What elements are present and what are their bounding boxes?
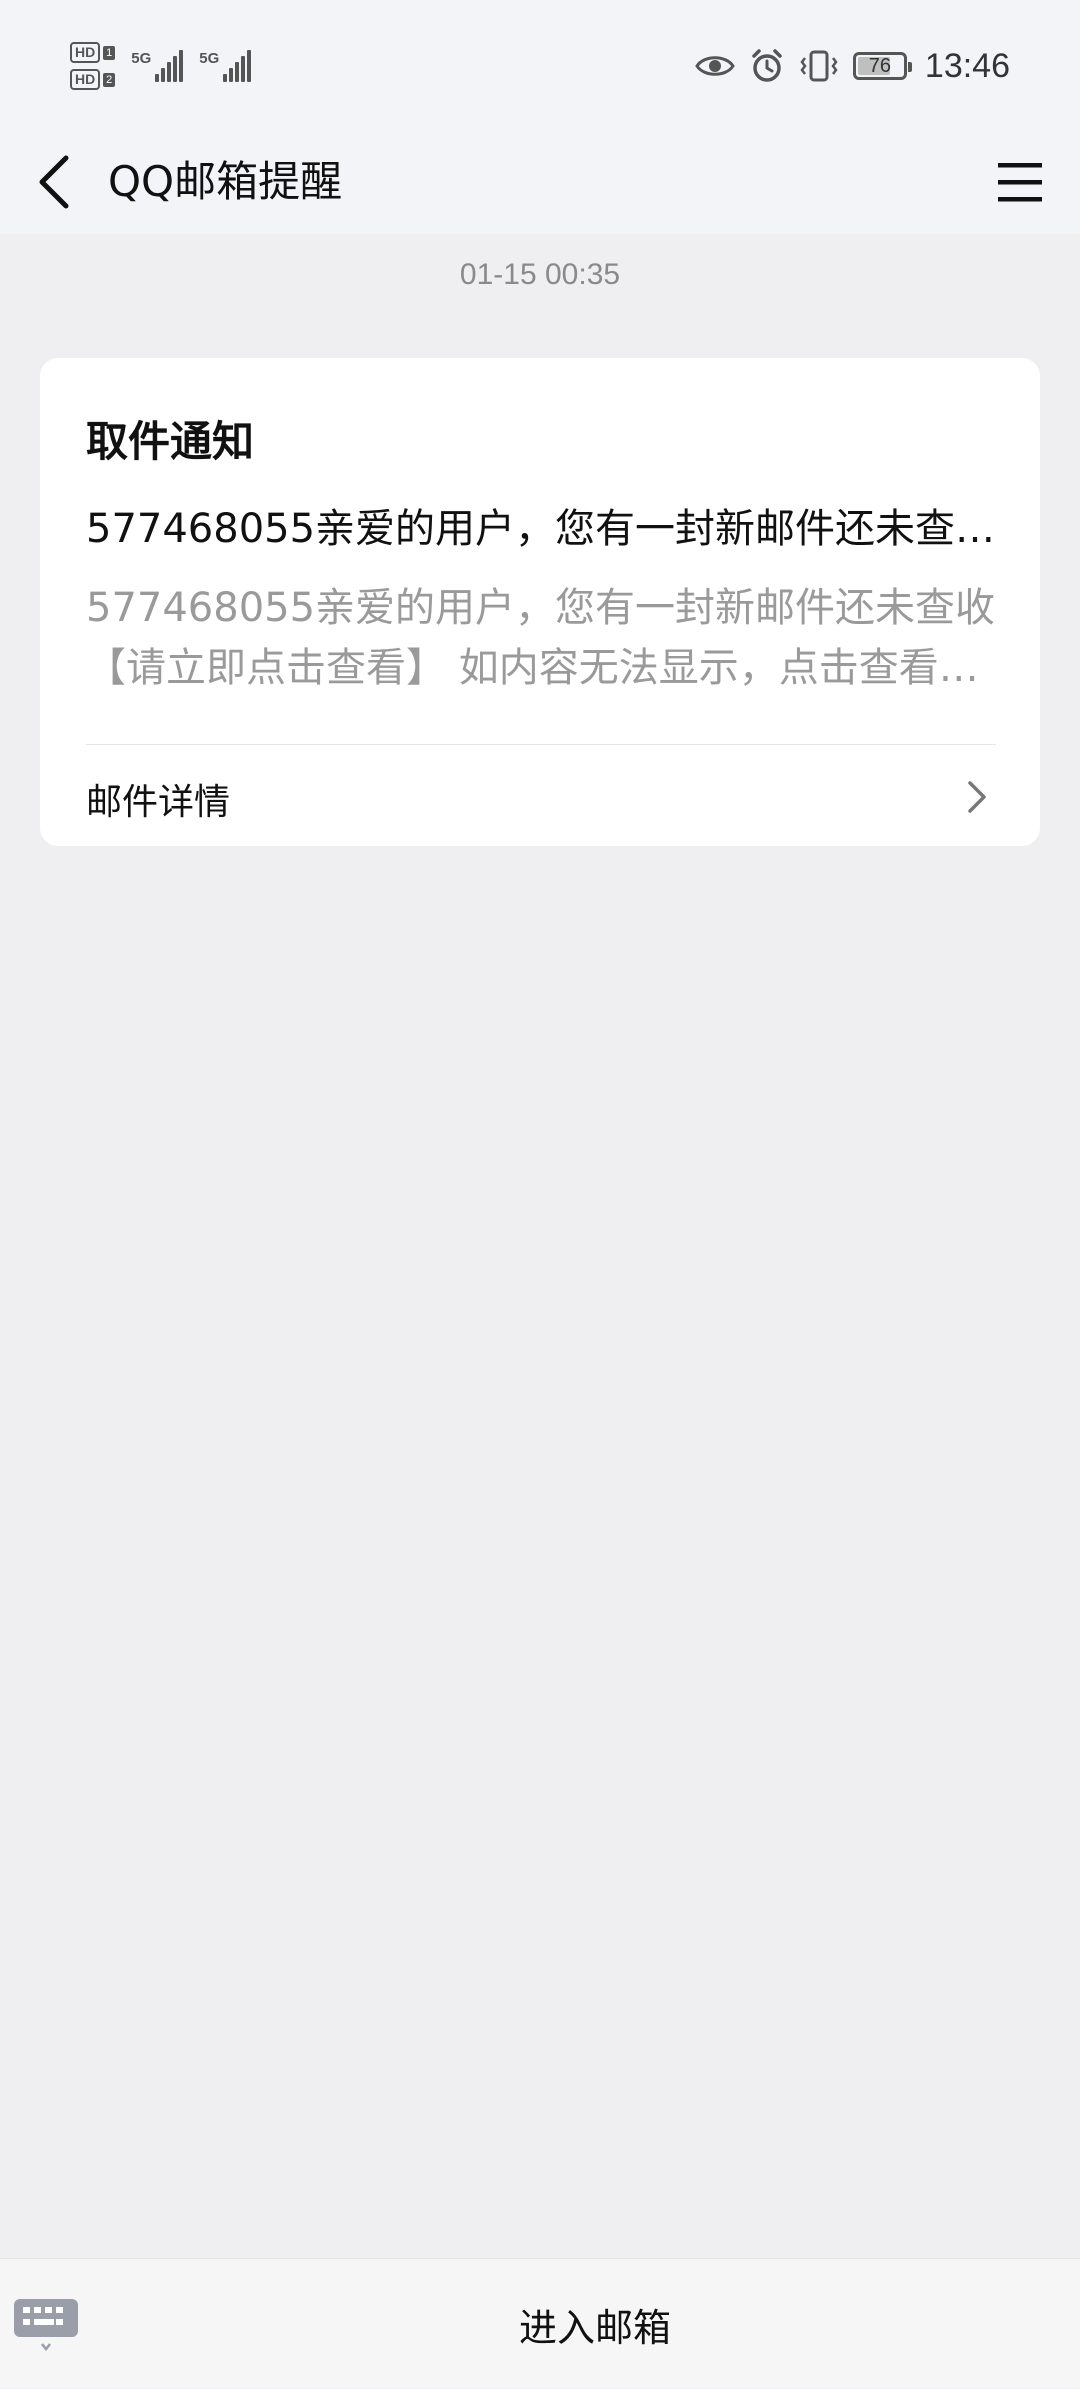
signal-bar (179, 50, 184, 82)
card-title: 取件通知 (86, 417, 255, 466)
battery-icon: 76 (852, 52, 912, 80)
signal-strength-icon: 5G (131, 50, 184, 82)
message-timestamp: 01-15 00:35 (459, 258, 621, 291)
signal-bar (229, 68, 234, 82)
sim1-hd-indicator: HD 1 (70, 42, 116, 63)
bottom-menu-bar: 进入邮箱 (0, 2258, 1080, 2388)
status-bar: HD 1 HD 2 5G 5G 76 13:46 (0, 0, 1080, 130)
back-button[interactable] (24, 152, 84, 212)
hamburger-menu-icon (998, 163, 1042, 202)
chevron-right-icon (968, 781, 986, 813)
signal-bar (167, 62, 172, 82)
status-right: 76 13:46 (695, 36, 1010, 96)
signal-bar (161, 68, 166, 82)
signal-bar (235, 62, 240, 82)
signal-bar (173, 56, 178, 82)
hd-label: HD (70, 42, 101, 63)
signal-bar (223, 74, 228, 82)
sim2-hd-indicator: HD 2 (70, 69, 116, 90)
signal-bar (155, 74, 160, 82)
enter-mailbox-menu: 进入邮箱 (0, 2259, 1080, 2389)
hd-label: HD (70, 69, 101, 90)
signal-bar (241, 56, 246, 82)
sim-number: 2 (103, 72, 116, 87)
status-time: 13:46 (924, 46, 1010, 85)
hd-indicators: HD 1 HD 2 (70, 42, 116, 90)
vibrate-icon (800, 50, 838, 82)
network-type-label: 5G (131, 50, 152, 67)
chat-header: QQ邮箱提醒 (0, 130, 1080, 234)
eye-icon (695, 56, 735, 76)
keyboard-toggle-button[interactable] (12, 2297, 80, 2352)
sim-number: 1 (103, 45, 116, 60)
alarm-icon (752, 49, 782, 82)
card-subject: 577468055亲爱的用户，您有一封新邮件还未查收【请立即点击查看】 (86, 506, 996, 552)
signal-bar (247, 50, 252, 82)
notification-card[interactable]: 取件通知 577468055亲爱的用户，您有一封新邮件还未查收【请立即点击查看】… (40, 358, 1040, 846)
signal-strength-icon: 5G (199, 50, 252, 82)
card-preview: 577468055亲爱的用户，您有一封新邮件还未查收【请立即点击查看】 如内容无… (86, 585, 996, 691)
menu-button[interactable] (990, 152, 1050, 212)
keyboard-icon (14, 2299, 78, 2352)
mail-detail-link[interactable]: 邮件详情 (40, 745, 1040, 846)
page-title: QQ邮箱提醒 (108, 157, 343, 206)
network-type-label: 5G (199, 50, 220, 67)
chevron-left-icon (39, 155, 69, 209)
mail-detail-label: 邮件详情 (86, 782, 231, 823)
enter-mailbox-button[interactable]: 进入邮箱 (519, 2297, 671, 2352)
battery-level: 76 (868, 54, 892, 77)
status-left: HD 1 HD 2 5G 5G (70, 36, 252, 96)
